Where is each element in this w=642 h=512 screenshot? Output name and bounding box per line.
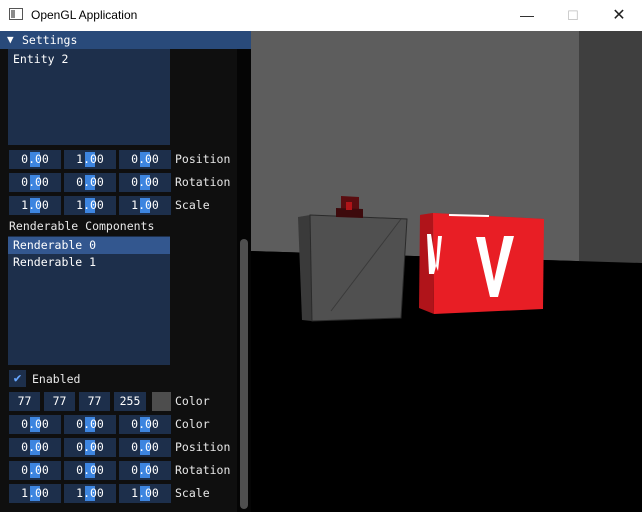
collapse-arrow-icon[interactable]: ▼ — [7, 31, 14, 49]
scale-y-field[interactable]: 1.00 — [64, 196, 116, 215]
rotation-x-field[interactable]: 0.00 — [9, 461, 61, 480]
panel-scrollbar-thumb[interactable] — [240, 239, 248, 509]
color-label: Color — [175, 417, 210, 431]
color-z-field[interactable]: 0.00 — [119, 415, 171, 434]
position-x-field[interactable]: 0.00 — [9, 150, 61, 169]
list-item-renderable-1[interactable]: Renderable 1 — [8, 254, 170, 271]
settings-header[interactable]: ▼ Settings — [0, 31, 251, 49]
color-x-field[interactable]: 0.00 — [9, 415, 61, 434]
color-a-field[interactable]: 255 — [114, 392, 146, 411]
close-button[interactable]: ✕ — [596, 0, 642, 31]
red-cube — [419, 213, 544, 314]
rotation-y-field[interactable]: 0.00 — [64, 173, 116, 192]
entity-list-scrollbar[interactable] — [171, 49, 179, 145]
scale-z-field[interactable]: 1.00 — [119, 484, 171, 503]
renderable-list-scrollbar[interactable] — [171, 236, 179, 365]
rotation-z-field[interactable]: 0.00 — [119, 461, 171, 480]
scale-x-field[interactable]: 1.00 — [9, 196, 61, 215]
minimize-button[interactable]: — — [504, 0, 550, 31]
scale-x-field[interactable]: 1.00 — [9, 484, 61, 503]
panel-scrollbar[interactable] — [237, 49, 251, 512]
scene-viewport[interactable] — [251, 31, 642, 512]
renderable-components-label: Renderable Components — [9, 219, 155, 233]
position-label: Position — [175, 440, 231, 454]
rotation-x-field[interactable]: 0.00 — [9, 173, 61, 192]
enabled-checkbox[interactable]: ✔ — [9, 370, 26, 387]
settings-panel: ▼ Settings Entity 2 0.00 1.00 0.00 Position… — [0, 31, 251, 512]
color-g-field[interactable]: 77 — [44, 392, 75, 411]
rotation-y-field[interactable]: 0.00 — [64, 461, 116, 480]
position-y-field[interactable]: 0.00 — [64, 438, 116, 457]
position-x-field[interactable]: 0.00 — [9, 438, 61, 457]
scale-z-field[interactable]: 1.00 — [119, 196, 171, 215]
list-item-entity-2[interactable]: Entity 2 — [8, 51, 170, 68]
renderable-list[interactable]: Renderable 0 Renderable 1 — [8, 236, 170, 365]
app-window-icon — [9, 8, 23, 20]
position-label: Position — [175, 152, 231, 166]
color-r-field[interactable]: 77 — [9, 392, 40, 411]
position-z-field[interactable]: 0.00 — [119, 150, 171, 169]
checkmark-icon: ✔ — [13, 371, 22, 386]
side-wall — [579, 31, 642, 276]
color-swatch[interactable] — [152, 392, 171, 411]
maximize-button[interactable]: ☐ — [550, 0, 596, 31]
enabled-label: Enabled — [32, 372, 81, 386]
rotation-z-field[interactable]: 0.00 — [119, 173, 171, 192]
settings-title: Settings — [22, 33, 78, 47]
entity-list[interactable]: Entity 2 — [8, 49, 170, 145]
rotation-label: Rotation — [175, 175, 231, 189]
scene-render — [251, 31, 642, 512]
rotation-label: Rotation — [175, 463, 231, 477]
scale-y-field[interactable]: 1.00 — [64, 484, 116, 503]
window-title-bar: OpenGL Application — ☐ ✕ — [0, 0, 642, 32]
scale-label: Scale — [175, 198, 210, 212]
scale-label: Scale — [175, 486, 210, 500]
color-y-field[interactable]: 0.00 — [64, 415, 116, 434]
position-y-field[interactable]: 1.00 — [64, 150, 116, 169]
color-int-label: Color — [175, 394, 210, 408]
list-item-renderable-0[interactable]: Renderable 0 — [8, 237, 170, 254]
color-b-field[interactable]: 77 — [79, 392, 110, 411]
window-title: OpenGL Application — [31, 8, 138, 22]
position-z-field[interactable]: 0.00 — [119, 438, 171, 457]
